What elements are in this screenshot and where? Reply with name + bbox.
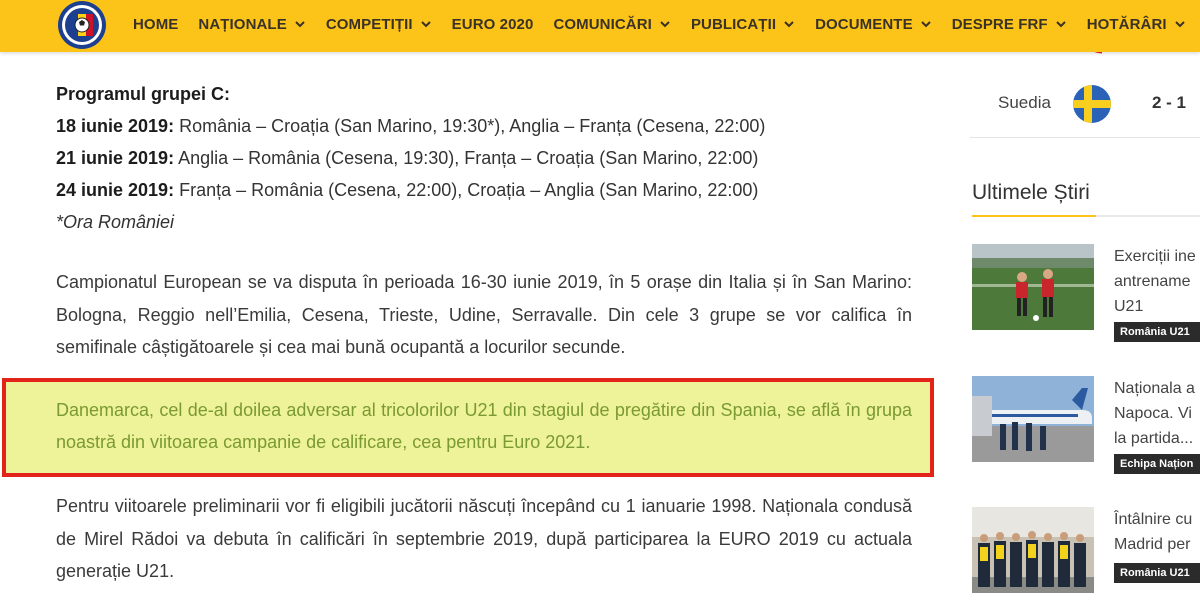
nav-item-label: HOME (133, 15, 179, 33)
news-item[interactable]: Întâlnire cu Madrid per România U21 (972, 507, 1200, 609)
schedule-matches: Franța – România (Cesena, 22:00), Croați… (174, 180, 759, 200)
news-item-title[interactable]: Naționala a Napoca. Vi la partida... (1114, 376, 1200, 451)
main-navbar: HOME NAȚIONALE COMPETIȚII EURO 2020 COMUNICĂ… (0, 0, 1200, 52)
chevron-down-icon (295, 21, 305, 28)
news-item-title[interactable]: Întâlnire cu Madrid per (1114, 507, 1200, 557)
nav-item-home[interactable]: HOME (133, 16, 178, 33)
schedule-line: 18 iunie 2019: România – Croația (San Ma… (56, 110, 912, 142)
chevron-down-icon (420, 21, 431, 28)
nav-item-naționale[interactable]: NAȚIONALE (198, 16, 305, 33)
sweden-flag-icon (1073, 85, 1111, 123)
news-category-badge[interactable]: Echipa Națion (1114, 454, 1200, 474)
schedule-list: 18 iunie 2019: România – Croația (San Ma… (56, 110, 912, 206)
schedule-line: 21 iunie 2019: Anglia – România (Cesena,… (56, 142, 912, 174)
article-paragraph-1: Campionatul European se va disputa în pe… (56, 272, 912, 357)
heading-underline (972, 215, 1200, 217)
article-paragraph-2: Pentru viitoarele preliminarii vor fi el… (56, 496, 912, 581)
nav-item-hotărâri[interactable]: HOTĂRÂRI (1087, 16, 1186, 33)
nav-item-competiții[interactable]: COMPETIȚII (326, 16, 432, 33)
chevron-down-icon (784, 21, 794, 28)
news-category-badge[interactable]: România U21 (1114, 563, 1200, 583)
article-schedule: Programul grupei C: 18 iunie 2019: Român… (56, 78, 912, 238)
news-item[interactable]: Exerciții ine antrename U21 România U21 (972, 244, 1200, 344)
chevron-down-icon (660, 21, 670, 28)
news-category-badge[interactable]: România U21 (1114, 322, 1200, 342)
schedule-title: Programul grupei C: (56, 84, 231, 104)
nav-item-label: NAȚIONALE (198, 15, 287, 33)
nav-item-label: EURO 2020 (451, 15, 534, 33)
nav-item-euro-2020[interactable]: EURO 2020 (452, 16, 534, 33)
news-thumbnail-team-photo[interactable] (972, 507, 1094, 593)
schedule-date: 18 iunie 2019: (56, 116, 175, 136)
schedule-line: 24 iunie 2019: Franța – România (Cesena,… (56, 174, 912, 206)
chevron-down-icon (1055, 21, 1066, 28)
news-thumbnail-training[interactable] (972, 244, 1094, 330)
nav-item-label: PUBLICAȚII (690, 15, 777, 33)
chevron-down-icon (1174, 21, 1185, 28)
news-thumbnail-airport[interactable] (972, 376, 1094, 462)
nav-item-label: COMPETIȚII (325, 15, 413, 33)
highlighted-paragraph: Danemarca, cel de-al doilea adversar al … (56, 400, 912, 452)
timezone-note: *Ora României (56, 212, 175, 232)
nav-item-comunicări[interactable]: COMUNICĂRI (553, 16, 671, 33)
frf-logo[interactable] (56, 0, 108, 50)
news-item[interactable]: Naționala a Napoca. Vi la partida... Ech… (972, 376, 1200, 476)
schedule-matches: Anglia – România (Cesena, 19:30), Franța… (174, 148, 759, 168)
match-result-card[interactable]: Suedia 2 - 1 (970, 66, 1200, 138)
nav-item-documente[interactable]: DOCUMENTE (815, 16, 932, 33)
latest-news-heading: Ultimele Știri (972, 181, 1090, 204)
nav-item-label: DESPRE FRF (951, 15, 1048, 33)
match-score: 2 - 1 (1152, 93, 1187, 112)
news-item-title[interactable]: Exerciții ine antrename U21 (1114, 244, 1200, 319)
opponent-team-name: Suedia (998, 93, 1051, 112)
chevron-down-icon (920, 21, 931, 28)
schedule-date: 21 iunie 2019: (56, 148, 175, 168)
nav-menu: HOME NAȚIONALE COMPETIȚII EURO 2020 COMUNICĂ… (133, 0, 1200, 48)
nav-item-label: COMUNICĂRI (553, 15, 652, 33)
nav-item-publicații[interactable]: PUBLICAȚII (691, 16, 795, 33)
nav-item-despre-frf[interactable]: DESPRE FRF (952, 16, 1067, 33)
schedule-date: 24 iunie 2019: (56, 180, 175, 200)
schedule-matches: România – Croația (San Marino, 19:30*), … (174, 116, 766, 136)
nav-item-label: DOCUMENTE (815, 15, 913, 33)
nav-item-label: HOTĂRÂRI (1086, 15, 1167, 33)
